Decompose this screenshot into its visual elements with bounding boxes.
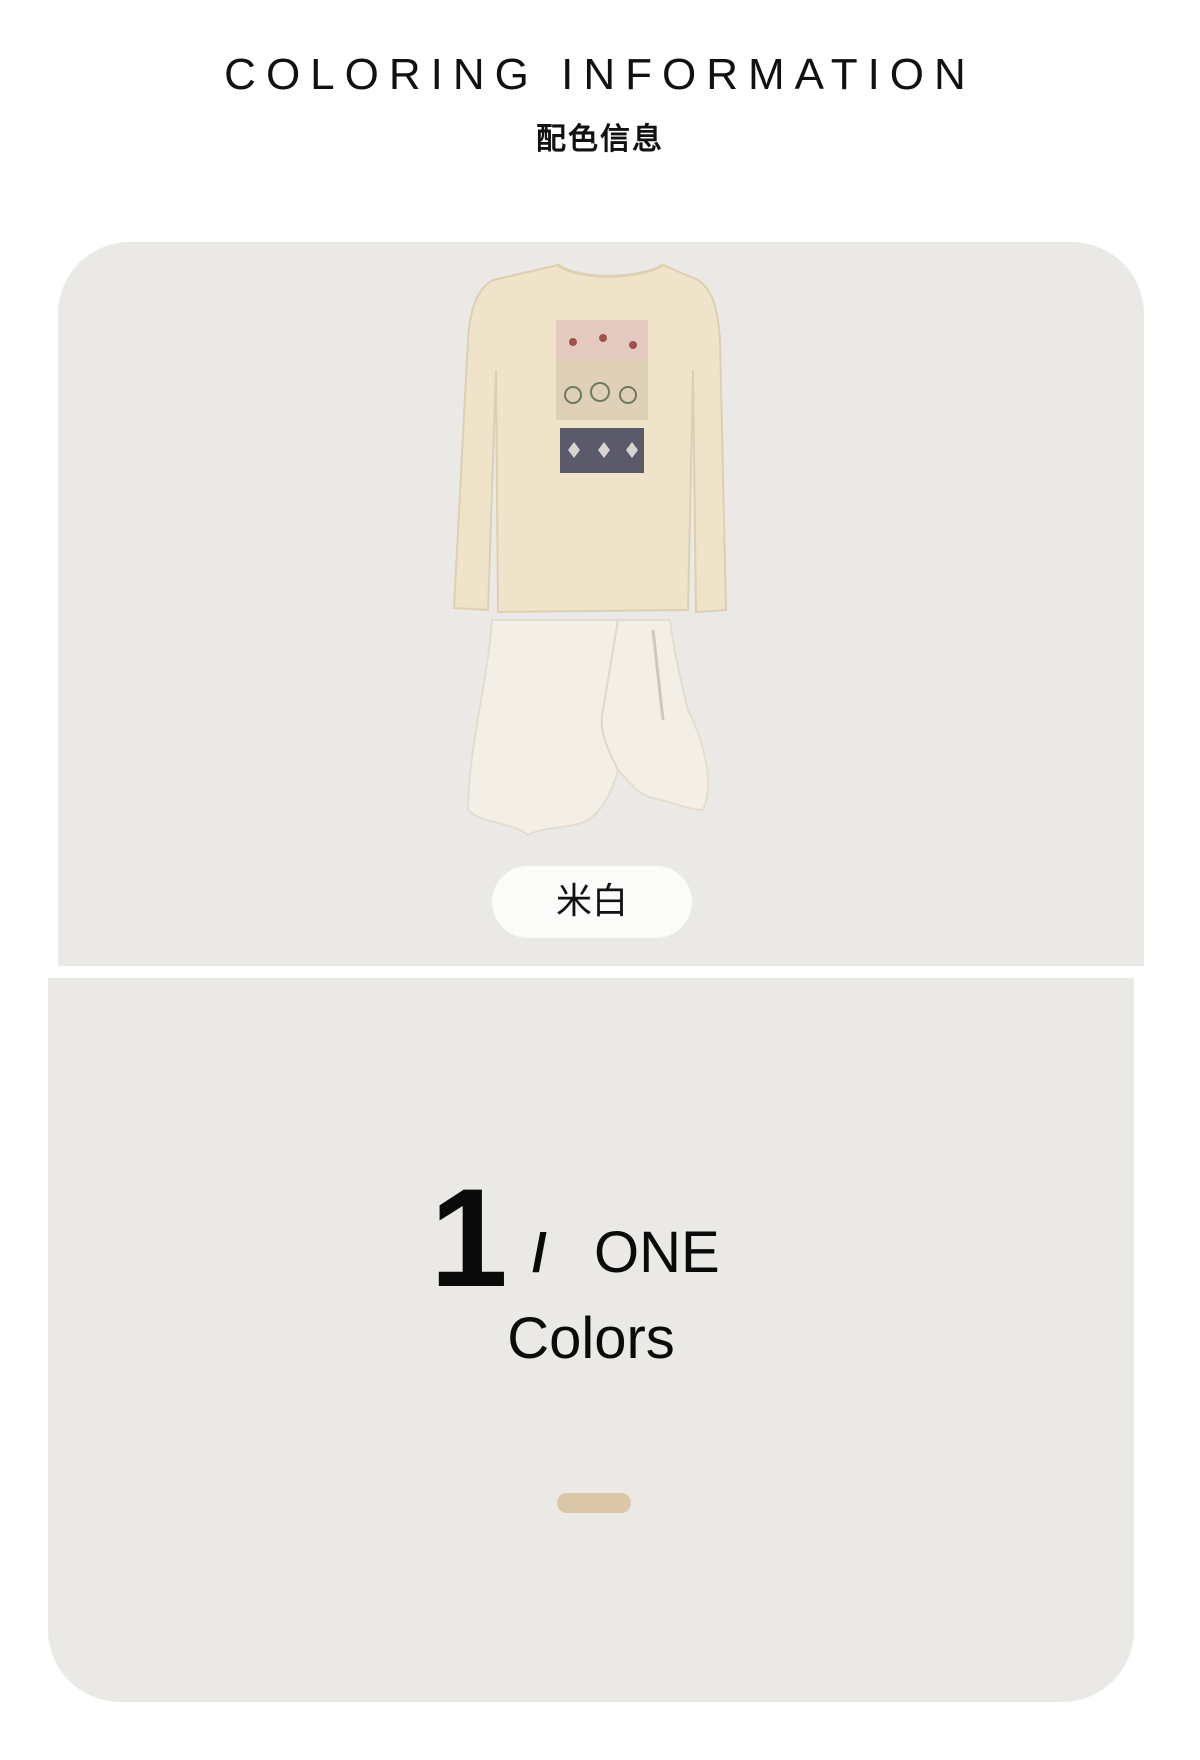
garment-photo-icon [452,263,728,837]
color-count-word: ONE [594,1220,720,1285]
section-title: COLORING INFORMATION [224,50,976,99]
section-subtitle: 配色信息 [536,122,664,157]
count-separator: / [532,1223,548,1283]
color-count-number: 1 [430,1159,508,1316]
color-count-card: 1 / ONE Colors [48,978,1134,1702]
color-swatch [557,1493,631,1513]
product-card: 米白 [58,242,1144,966]
color-name-label: 米白 [492,866,692,938]
color-count-label: Colors [507,1306,675,1371]
